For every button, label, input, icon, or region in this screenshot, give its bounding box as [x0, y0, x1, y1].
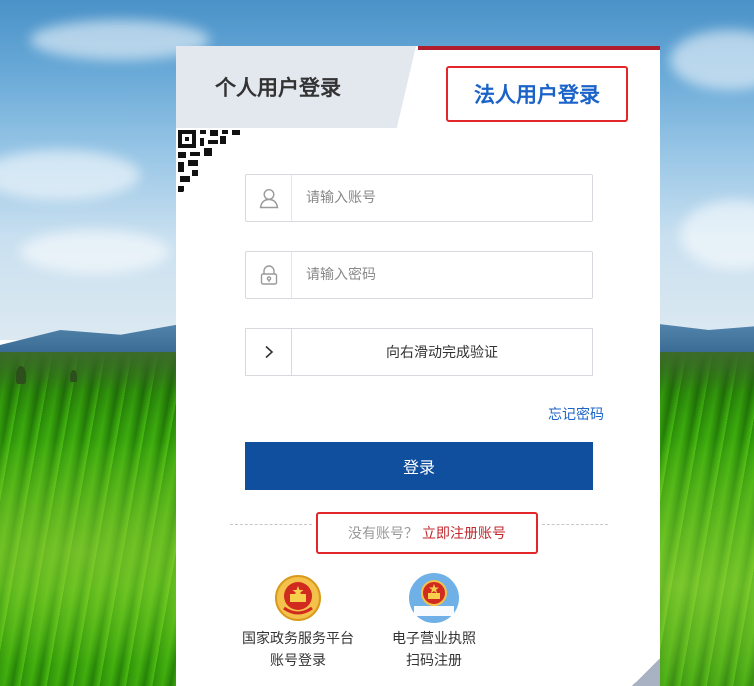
login-panel: 个人用户登录 法人用户登录 请输入账号 向右滑动完成验证 忘记密码 登录 没有账… — [176, 46, 660, 686]
corner-fold — [632, 658, 660, 686]
register-link[interactable]: 立即注册账号 — [422, 523, 506, 543]
slider-text: 向右滑动完成验证 — [386, 345, 498, 361]
slide-verification[interactable]: 向右滑动完成验证 — [245, 328, 593, 376]
business-license-label: 电子营业执照 — [392, 631, 476, 647]
forgot-password-link[interactable]: 忘记密码 — [548, 404, 604, 424]
tab-personal-label: 个人用户登录 — [215, 76, 341, 100]
divider-line — [542, 524, 608, 525]
tab-corporate-highlight: 法人用户登录 — [446, 66, 628, 122]
divider-line — [230, 524, 312, 525]
login-button[interactable]: 登录 — [245, 442, 593, 490]
slider-handle[interactable] — [246, 329, 292, 375]
emblem-wrap — [364, 572, 504, 624]
login-tabs: 个人用户登录 法人用户登录 — [176, 46, 660, 128]
tree — [70, 370, 77, 382]
business-license-login[interactable]: 电子营业执照 扫码注册 — [364, 572, 504, 672]
qr-code-corner-icon[interactable] — [176, 128, 256, 198]
no-account-text: 没有账号？ — [348, 526, 418, 542]
business-license-sublabel: 扫码注册 — [406, 653, 462, 669]
password-field[interactable] — [245, 251, 593, 299]
business-license-emblem-icon — [409, 573, 459, 623]
national-platform-sublabel: 账号登录 — [270, 653, 326, 669]
national-platform-login[interactable]: 国家政务服务平台 账号登录 — [228, 572, 368, 672]
tab-personal-login[interactable]: 个人用户登录 — [176, 46, 416, 128]
emblem-wrap — [228, 572, 368, 624]
cloud — [20, 230, 170, 274]
chevron-right-icon — [264, 345, 273, 359]
user-icon — [246, 175, 292, 221]
national-emblem-icon — [275, 575, 321, 621]
national-platform-label: 国家政务服务平台 — [242, 631, 354, 647]
account-input[interactable] — [292, 176, 592, 220]
lock-icon — [246, 252, 292, 298]
tab-corporate-label: 法人用户登录 — [474, 83, 600, 107]
tree — [16, 366, 26, 384]
account-field[interactable] — [245, 174, 593, 222]
password-input[interactable] — [292, 253, 592, 297]
tab-corporate-login[interactable]: 法人用户登录 — [418, 46, 660, 128]
register-prompt: 没有账号？ 立即注册账号 — [316, 512, 538, 554]
